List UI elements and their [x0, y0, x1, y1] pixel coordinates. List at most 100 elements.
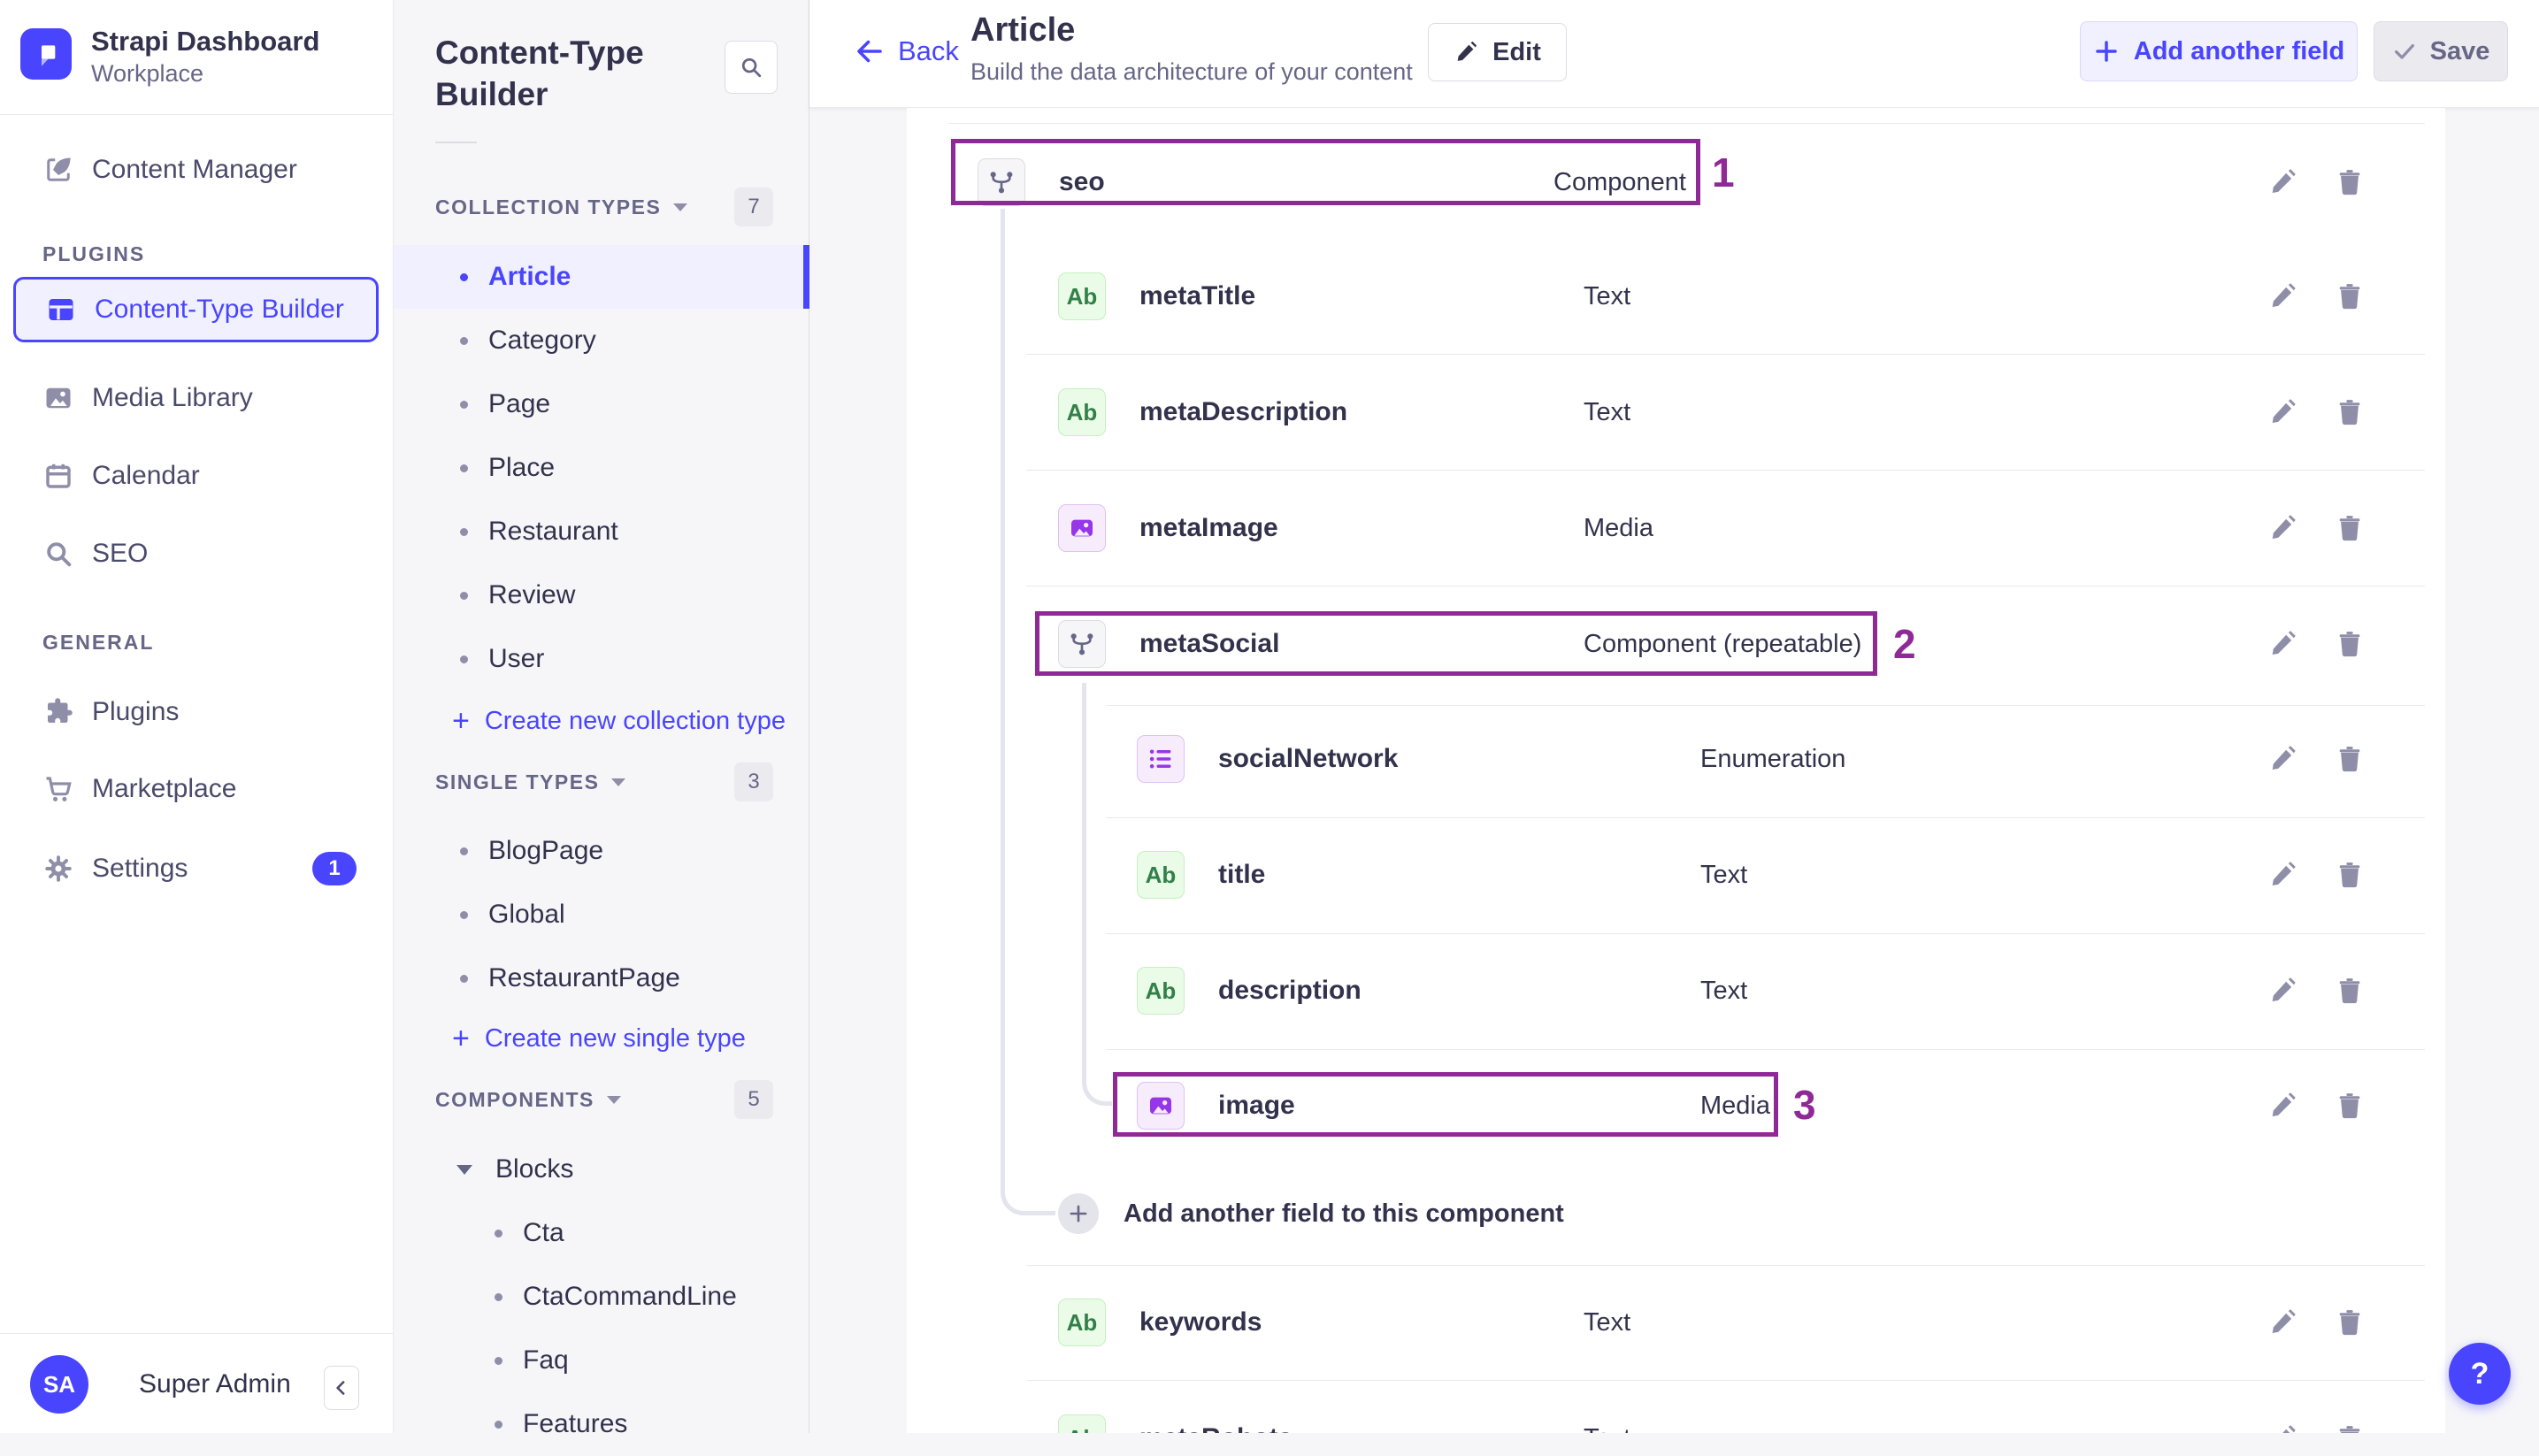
chevron-down-icon — [673, 203, 688, 211]
single-types-count: 3 — [734, 762, 773, 801]
edit-field-icon[interactable] — [2267, 1091, 2297, 1121]
collection-types-label: COLLECTION TYPES — [435, 195, 662, 218]
field-name: metaSocial — [1139, 629, 1280, 658]
collection-item-place[interactable]: Place — [394, 436, 809, 500]
single-item-restaurantpage[interactable]: RestaurantPage — [394, 946, 809, 1010]
sidebar-item-label: Content-Type Builder — [95, 295, 344, 324]
collection-item-restaurant[interactable]: Restaurant — [394, 500, 809, 563]
delete-field-icon[interactable] — [2335, 976, 2365, 1006]
calendar-icon — [42, 460, 74, 492]
edit-field-icon[interactable] — [2267, 167, 2297, 197]
field-row-metasocial[interactable]: metaSocial Component (repeatable) — [907, 612, 2445, 676]
sidebar-item-label: Marketplace — [92, 774, 237, 803]
save-button[interactable]: Save — [2374, 21, 2508, 81]
sidebar-item-content-manager[interactable]: Content Manager — [0, 138, 394, 202]
user-avatar[interactable]: SA — [30, 1355, 88, 1414]
edit-field-icon[interactable] — [2267, 629, 2297, 659]
workspace-header[interactable]: Strapi Dashboard Workplace — [0, 0, 394, 115]
help-button[interactable]: ? — [2449, 1343, 2511, 1405]
edit-field-icon[interactable] — [2267, 513, 2297, 543]
delete-field-icon[interactable] — [2335, 1423, 2365, 1433]
delete-field-icon[interactable] — [2335, 167, 2365, 197]
sidebar-section-general: GENERAL — [42, 631, 155, 654]
back-link[interactable]: Back — [854, 35, 959, 67]
edit-field-icon[interactable] — [2267, 860, 2297, 890]
edit-field-icon[interactable] — [2267, 976, 2297, 1006]
page-subtitle: Build the data architecture of your cont… — [970, 58, 1413, 85]
create-single-type-link[interactable]: + Create new single type — [394, 1007, 809, 1070]
plus-icon: + — [452, 704, 470, 738]
text-field-icon: Ab — [1058, 1299, 1106, 1346]
components-count: 5 — [734, 1080, 773, 1119]
collection-item-category[interactable]: Category — [394, 309, 809, 372]
edit-field-icon[interactable] — [2267, 744, 2297, 774]
edit-button[interactable]: Edit — [1428, 23, 1567, 81]
single-types-header[interactable]: SINGLE TYPES — [435, 769, 626, 795]
edit-field-icon[interactable] — [2267, 397, 2297, 427]
layout-grid-icon — [45, 294, 77, 326]
component-item-faq[interactable]: Faq — [394, 1329, 809, 1392]
collection-item-review[interactable]: Review — [394, 563, 809, 627]
sidebar-footer-divider — [0, 1333, 394, 1334]
field-row-description[interactable]: Ab description Text — [907, 959, 2445, 1023]
components-group-blocks[interactable]: Blocks — [394, 1138, 809, 1201]
components-header[interactable]: COMPONENTS — [435, 1086, 621, 1113]
edit-field-icon[interactable] — [2267, 1423, 2297, 1433]
field-row-title[interactable]: Ab title Text — [907, 843, 2445, 907]
collection-types-count: 7 — [734, 188, 773, 226]
field-row-metadescription[interactable]: Ab metaDescription Text — [907, 380, 2445, 444]
field-row-metaimage[interactable]: metaImage Media — [907, 496, 2445, 560]
component-item-features[interactable]: Features — [394, 1392, 809, 1456]
content-header: Back Article Build the data architecture… — [809, 0, 2539, 108]
delete-field-icon[interactable] — [2335, 397, 2365, 427]
edit-field-icon[interactable] — [2267, 281, 2297, 311]
delete-field-icon[interactable] — [2335, 629, 2365, 659]
delete-field-icon[interactable] — [2335, 860, 2365, 890]
tree-connector-line — [1001, 209, 1055, 1215]
field-row-socialnetwork[interactable]: socialNetwork Enumeration — [907, 727, 2445, 791]
add-field-to-component-button[interactable]: Add another field to this component — [907, 1182, 2445, 1245]
field-row-metarobots[interactable]: Ab metaRobots Text — [907, 1406, 2445, 1433]
sidebar-item-content-type-builder[interactable]: Content-Type Builder — [13, 277, 379, 342]
delete-field-icon[interactable] — [2335, 1091, 2365, 1121]
field-type: Media — [1700, 1091, 1770, 1120]
collection-item-user[interactable]: User — [394, 627, 809, 691]
main-sidebar: Strapi Dashboard Workplace Content Manag… — [0, 0, 394, 1433]
collection-types-header[interactable]: COLLECTION TYPES — [435, 194, 688, 220]
chevron-down-icon — [611, 778, 626, 786]
delete-field-icon[interactable] — [2335, 513, 2365, 543]
sidebar-item-marketplace[interactable]: Marketplace — [0, 757, 394, 821]
row-divider — [1026, 470, 2425, 471]
component-item-cta[interactable]: Cta — [394, 1201, 809, 1265]
collection-item-page[interactable]: Page — [394, 372, 809, 436]
field-row-seo[interactable]: seo Component — [907, 150, 2445, 214]
panel-search-button[interactable] — [725, 41, 778, 94]
sidebar-item-media-library[interactable]: Media Library — [0, 366, 394, 430]
edit-field-icon[interactable] — [2267, 1307, 2297, 1337]
sidebar-collapse-button[interactable] — [324, 1366, 359, 1410]
single-item-global[interactable]: Global — [394, 883, 809, 946]
component-item-ctacommandline[interactable]: CtaCommandLine — [394, 1265, 809, 1329]
single-item-blogpage[interactable]: BlogPage — [394, 819, 809, 883]
delete-field-icon[interactable] — [2335, 744, 2365, 774]
plus-icon — [2096, 41, 2117, 62]
add-another-field-button[interactable]: Add another field — [2080, 21, 2358, 81]
create-collection-type-link[interactable]: + Create new collection type — [394, 689, 809, 753]
sidebar-item-calendar[interactable]: Calendar — [0, 444, 394, 508]
field-name: keywords — [1139, 1307, 1262, 1337]
components-label: COMPONENTS — [435, 1087, 594, 1111]
sidebar-item-plugins[interactable]: Plugins — [0, 680, 394, 744]
sidebar-item-label: Calendar — [92, 461, 200, 490]
delete-field-icon[interactable] — [2335, 281, 2365, 311]
field-row-metatitle[interactable]: Ab metaTitle Text — [907, 264, 2445, 328]
text-field-icon: Ab — [1058, 272, 1106, 320]
field-type: Text — [1700, 860, 1748, 889]
sidebar-item-seo[interactable]: SEO — [0, 522, 394, 586]
text-field-icon: Ab — [1058, 1414, 1106, 1433]
bullet-icon — [460, 910, 468, 919]
collection-item-article[interactable]: Article — [394, 245, 809, 309]
delete-field-icon[interactable] — [2335, 1307, 2365, 1337]
field-row-keywords[interactable]: Ab keywords Text — [907, 1291, 2445, 1354]
text-field-icon: Ab — [1058, 388, 1106, 436]
field-row-image[interactable]: image Media — [907, 1074, 2445, 1138]
